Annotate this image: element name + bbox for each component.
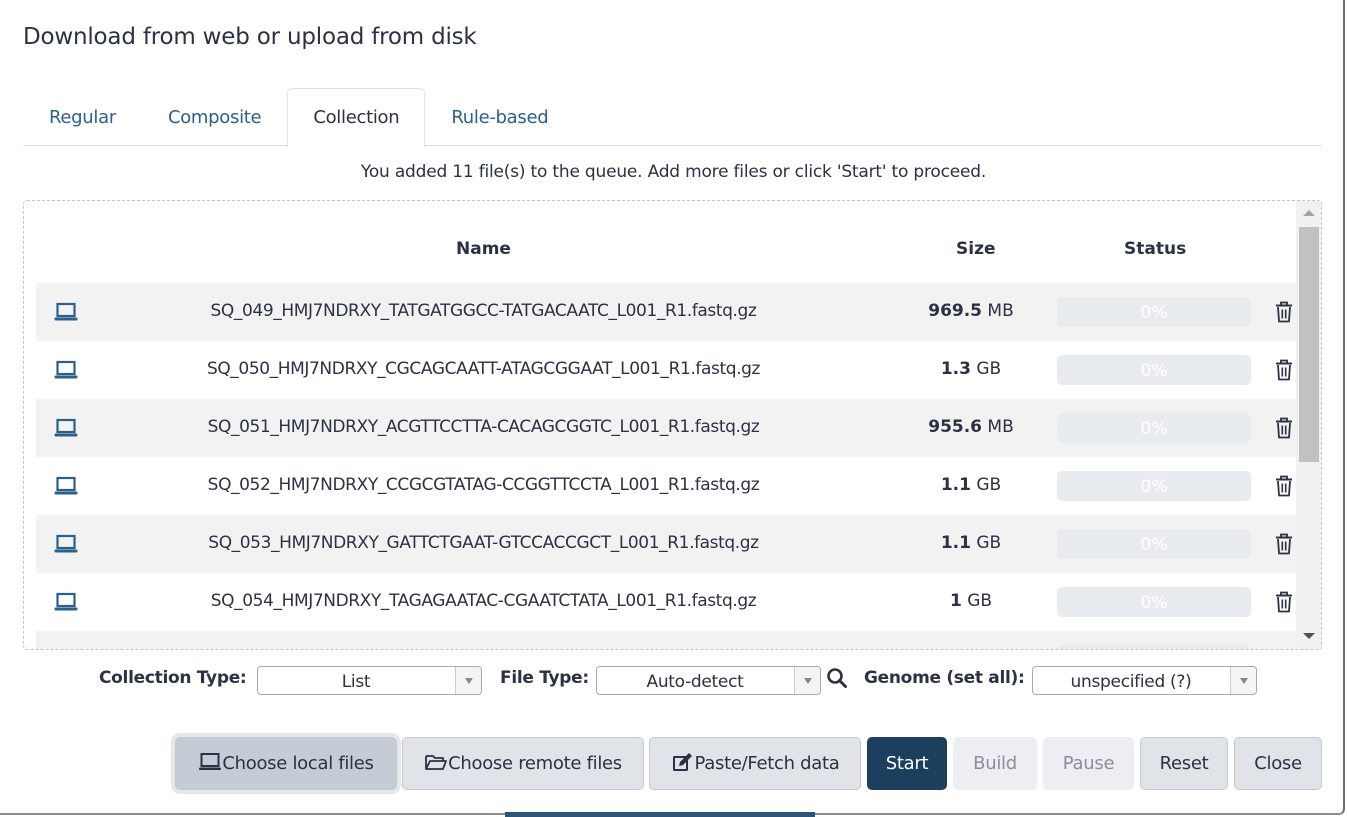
file-name: SQ_053_HMJ7NDRXY_GATTCTGAAT-GTCCACCGCT_L… (208, 533, 759, 553)
file-name: SQ_049_HMJ7NDRXY_TATGATGGCC-TATGACAATC_L… (210, 301, 757, 321)
file-type-select[interactable]: Auto-detect (596, 666, 821, 695)
chevron-down-icon (455, 667, 481, 694)
table-body: SQ_049_HMJ7NDRXY_TATGATGGCC-TATGACAATC_L… (36, 283, 1296, 649)
tab-collection[interactable]: Collection (287, 88, 426, 147)
table-row (36, 631, 1296, 649)
collection-type-label: Collection Type: (99, 668, 247, 688)
laptop-icon (54, 592, 78, 612)
table-row: SQ_054_HMJ7NDRXY_TAGAGAATAC-CGAATCTATA_L… (36, 573, 1296, 631)
table-scrollbar[interactable] (1296, 201, 1321, 649)
laptop-icon (198, 753, 222, 774)
file-name: SQ_050_HMJ7NDRXY_CGCAGCAATT-ATAGCGGAAT_L… (206, 359, 761, 379)
laptop-icon (54, 360, 78, 380)
choose-remote-files-button[interactable]: Choose remote files (402, 737, 644, 790)
paste-fetch-data-label: Paste/Fetch data (694, 753, 840, 774)
upload-progress-bar (1057, 645, 1251, 649)
paste-fetch-data-button[interactable]: Paste/Fetch data (649, 737, 861, 790)
trash-icon[interactable] (1274, 417, 1294, 439)
laptop-icon (54, 302, 78, 322)
upload-tabs: Regular Composite Collection Rule-based (23, 88, 1322, 147)
table-row: SQ_053_HMJ7NDRXY_GATTCTGAAT-GTCCACCGCT_L… (36, 515, 1296, 573)
action-buttons: Choose local files Choose remote files P… (0, 737, 1347, 790)
file-size-value: 955.6 (928, 417, 983, 437)
laptop-icon (54, 476, 78, 496)
file-size: 1 GB (896, 591, 1046, 611)
file-size-value: 1 (949, 591, 962, 611)
file-size: 1.3 GB (896, 359, 1046, 379)
file-size-unit: GB (967, 591, 993, 611)
column-header-status: Status (1124, 239, 1187, 259)
trash-icon[interactable] (1274, 591, 1294, 613)
upload-options: Collection Type: List File Type: Auto-de… (0, 665, 1347, 697)
genome-value: unspecified (?) (1070, 672, 1192, 692)
tab-rule-based[interactable]: Rule-based (425, 88, 574, 146)
dialog-title: Download from web or upload from disk (23, 24, 477, 50)
start-button[interactable]: Start (867, 737, 947, 790)
tab-regular[interactable]: Regular (23, 88, 142, 146)
folder-open-icon (424, 753, 448, 774)
file-name: SQ_051_HMJ7NDRXY_ACGTTCCTTA-CACAGCGGTC_L… (207, 417, 760, 437)
upload-progress-bar: 0% (1057, 529, 1251, 559)
edit-icon (671, 753, 695, 774)
table-row: SQ_049_HMJ7NDRXY_TATGATGGCC-TATGACAATC_L… (36, 283, 1296, 341)
upload-progress-bar: 0% (1057, 297, 1251, 327)
file-size: 955.6 MB (896, 417, 1046, 437)
file-size-unit: GB (976, 359, 1002, 379)
upload-progress-bar: 0% (1057, 355, 1251, 385)
trash-icon[interactable] (1274, 301, 1294, 323)
collection-type-select[interactable]: List (257, 666, 482, 695)
search-icon[interactable] (826, 667, 848, 689)
trash-icon[interactable] (1274, 359, 1294, 381)
build-button[interactable]: Build (953, 737, 1037, 790)
file-size-value: 1.1 (940, 475, 971, 495)
genome-label: Genome (set all): (864, 668, 1025, 688)
file-size-unit: MB (987, 301, 1014, 321)
reset-button[interactable]: Reset (1140, 737, 1228, 790)
table-row: SQ_050_HMJ7NDRXY_CGCAGCAATT-ATAGCGGAAT_L… (36, 341, 1296, 399)
scrollbar-thumb[interactable] (1299, 227, 1319, 462)
pause-button[interactable]: Pause (1043, 737, 1134, 790)
collection-type-value: List (341, 672, 371, 692)
file-size-value: 1.1 (940, 533, 971, 553)
close-button[interactable]: Close (1234, 737, 1322, 790)
upload-progress-bar: 0% (1057, 413, 1251, 443)
file-size-value: 969.5 (928, 301, 983, 321)
queue-message: You added 11 file(s) to the queue. Add m… (360, 162, 987, 182)
file-type-value: Auto-detect (646, 672, 744, 692)
trash-icon[interactable] (1274, 475, 1294, 497)
table-header: Name Size Status (36, 227, 1296, 273)
scroll-up-arrow-icon[interactable] (1303, 210, 1315, 216)
table-row: SQ_052_HMJ7NDRXY_CCGCGTATAG-CCGGTTCCTA_L… (36, 457, 1296, 515)
upload-queue-table: Name Size Status SQ_049_HMJ7NDRXY_TATGAT… (23, 200, 1322, 650)
choose-local-files-button[interactable]: Choose local files (175, 737, 397, 790)
genome-select[interactable]: unspecified (?) (1032, 666, 1257, 695)
laptop-icon (54, 418, 78, 438)
chevron-down-icon (794, 667, 820, 694)
file-size-unit: GB (976, 533, 1002, 553)
file-name: SQ_052_HMJ7NDRXY_CCGCGTATAG-CCGGTTCCTA_L… (207, 475, 760, 495)
file-size: 969.5 MB (896, 301, 1046, 321)
chevron-down-icon (1230, 667, 1256, 694)
file-name: SQ_054_HMJ7NDRXY_TAGAGAATAC-CGAATCTATA_L… (210, 591, 757, 611)
upload-dialog: Download from web or upload from disk Re… (0, 0, 1345, 815)
file-size-unit: MB (987, 417, 1014, 437)
file-size: 1.1 GB (896, 533, 1046, 553)
file-size-unit: GB (976, 475, 1002, 495)
column-header-size: Size (956, 239, 996, 259)
choose-local-files-label: Choose local files (222, 753, 374, 774)
upload-progress-bar: 0% (1057, 471, 1251, 501)
scroll-down-arrow-icon[interactable] (1303, 633, 1315, 639)
column-header-name: Name (456, 239, 511, 259)
file-size: 1.1 GB (896, 475, 1046, 495)
table-row: SQ_051_HMJ7NDRXY_ACGTTCCTTA-CACAGCGGTC_L… (36, 399, 1296, 457)
choose-remote-files-label: Choose remote files (448, 753, 622, 774)
trash-icon[interactable] (1274, 533, 1294, 555)
file-type-label: File Type: (500, 668, 589, 688)
tab-composite[interactable]: Composite (142, 88, 287, 146)
file-size-value: 1.3 (940, 359, 971, 379)
background-page-fragment (505, 812, 815, 817)
upload-progress-bar: 0% (1057, 587, 1251, 617)
laptop-icon (54, 534, 78, 554)
